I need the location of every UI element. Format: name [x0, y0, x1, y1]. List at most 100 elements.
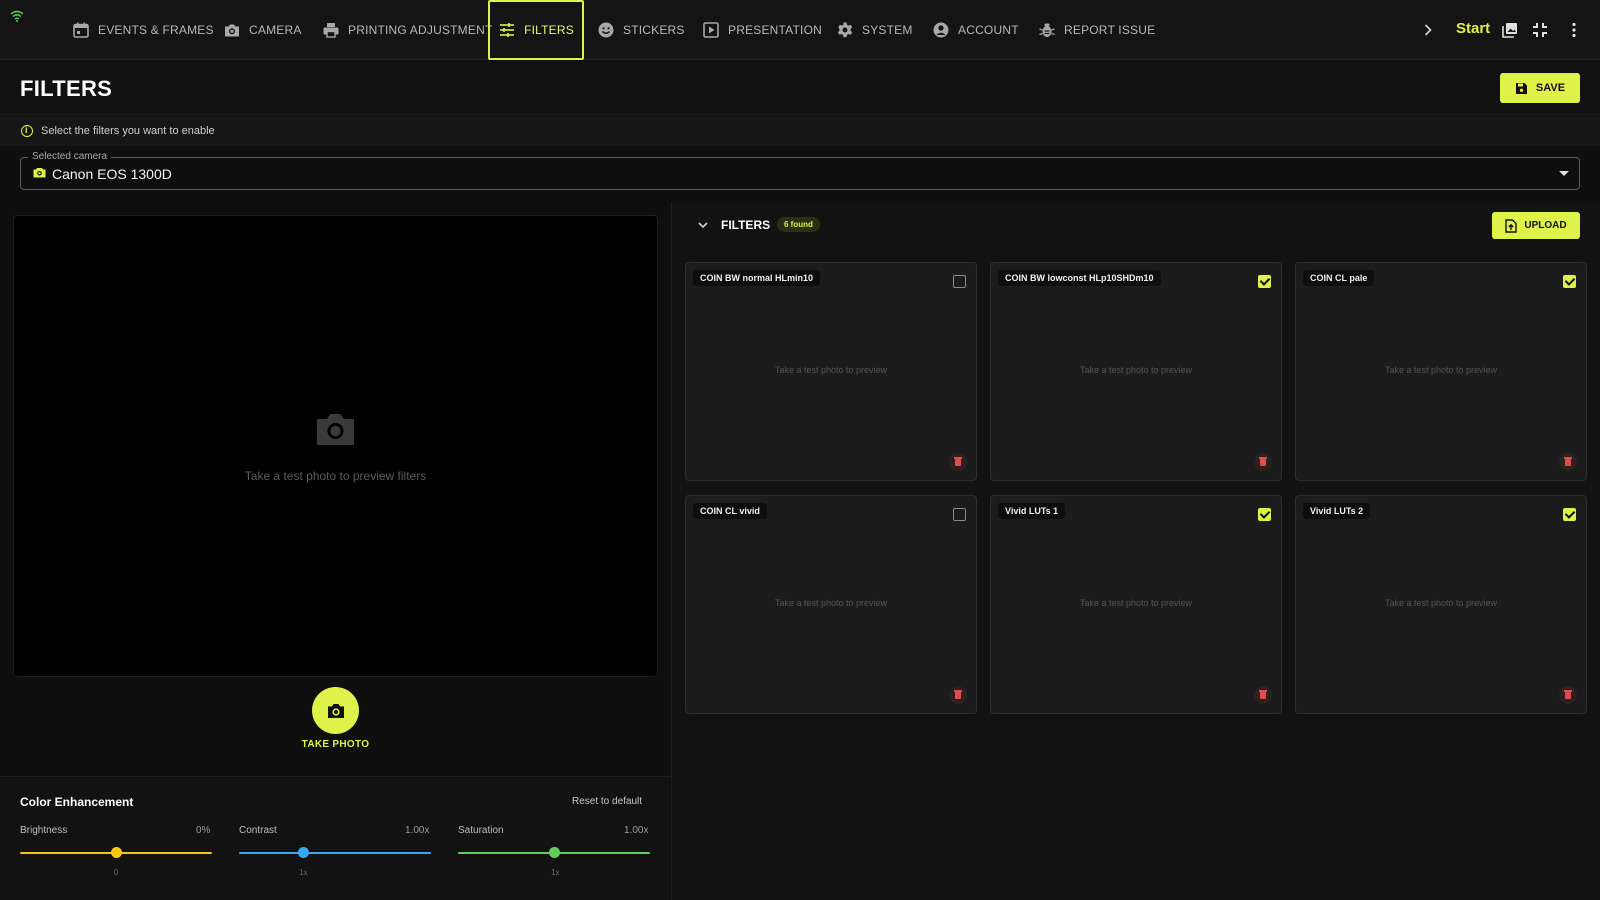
filter-enable-checkbox[interactable]	[953, 508, 966, 521]
tab-label: REPORT ISSUE	[1064, 23, 1156, 37]
page-header	[0, 60, 1600, 115]
filter-card[interactable]: Vivid LUTs 2 Take a test photo to previe…	[1295, 495, 1587, 714]
smiley-icon	[598, 22, 614, 38]
filter-preview-placeholder: Take a test photo to preview	[1384, 598, 1498, 608]
save-button[interactable]: SAVE	[1500, 73, 1580, 103]
filter-enable-checkbox[interactable]	[1563, 275, 1576, 288]
tab-label: FILTERS	[524, 23, 574, 37]
upload-label: UPLOAD	[1524, 220, 1567, 231]
gallery-icon[interactable]	[1501, 21, 1519, 39]
start-button[interactable]: Start	[1456, 20, 1490, 37]
calendar-icon	[73, 22, 89, 38]
tab-label: PRESENTATION	[728, 23, 822, 37]
delete-icon[interactable]	[1254, 453, 1272, 471]
saturation-label: Saturation	[458, 825, 504, 836]
filter-name: COIN CL vivid	[693, 503, 767, 519]
tab-events-frames[interactable]: EVENTS & FRAMES	[72, 0, 214, 60]
presentation-icon	[703, 22, 719, 38]
filter-enable-checkbox[interactable]	[953, 275, 966, 288]
filter-card[interactable]: COIN CL pale Take a test photo to previe…	[1295, 262, 1587, 481]
chevron-right-icon[interactable]	[1419, 21, 1437, 39]
filter-card[interactable]: COIN CL vivid Take a test photo to previ…	[685, 495, 977, 714]
tab-label: STICKERS	[623, 23, 685, 37]
tab-printing-adjustment[interactable]: PRINTING ADJUSTMENT	[322, 0, 492, 60]
filter-card[interactable]: COIN BW normal HLmin10 Take a test photo…	[685, 262, 977, 481]
preview-placeholder-text: Take a test photo to preview filters	[244, 469, 427, 483]
chevron-down-icon[interactable]	[697, 219, 709, 231]
camera-icon	[33, 168, 46, 178]
filter-card[interactable]: COIN BW lowconst HLp10SHDm10 Take a test…	[990, 262, 1282, 481]
printer-icon	[323, 23, 339, 38]
exit-fullscreen-icon[interactable]	[1531, 21, 1549, 39]
wifi-icon	[10, 10, 24, 22]
sliders-icon	[500, 23, 515, 37]
delete-icon[interactable]	[949, 453, 967, 471]
upload-file-icon	[1505, 218, 1518, 233]
camera-icon	[327, 703, 344, 718]
brightness-tick: 0	[114, 868, 119, 877]
tab-system[interactable]: SYSTEM	[836, 0, 913, 60]
info-text: Select the filters you want to enable	[41, 125, 215, 137]
save-label: SAVE	[1535, 82, 1566, 94]
tab-label: CAMERA	[249, 23, 302, 37]
account-icon	[933, 22, 949, 38]
contrast-label: Contrast	[239, 825, 277, 836]
upload-button[interactable]: UPLOAD	[1492, 212, 1580, 239]
delete-icon[interactable]	[1254, 686, 1272, 704]
contrast-value: 1.00x	[405, 825, 430, 836]
filter-enable-checkbox[interactable]	[1258, 275, 1271, 288]
filter-name: COIN BW lowconst HLp10SHDm10	[998, 270, 1161, 286]
info-icon	[21, 125, 33, 137]
filter-enable-checkbox[interactable]	[1563, 508, 1576, 521]
tab-label: EVENTS & FRAMES	[98, 23, 214, 37]
delete-icon[interactable]	[1559, 453, 1577, 471]
reset-to-default-button[interactable]: Reset to default	[572, 796, 642, 807]
filter-name: Vivid LUTs 1	[998, 503, 1066, 519]
filter-enable-checkbox[interactable]	[1258, 508, 1271, 521]
delete-icon[interactable]	[949, 686, 967, 704]
camera-icon	[225, 24, 239, 37]
contrast-tick: 1x	[299, 868, 308, 877]
tab-filters[interactable]: FILTERS	[488, 0, 584, 60]
filter-name: COIN CL pale	[1303, 270, 1375, 286]
tab-label: SYSTEM	[862, 23, 913, 37]
filter-name: COIN BW normal HLmin10	[693, 270, 821, 286]
filter-preview-placeholder: Take a test photo to preview	[1079, 598, 1193, 608]
tab-label: ACCOUNT	[958, 23, 1019, 37]
camera-select-legend: Selected camera	[28, 151, 112, 162]
contrast-slider[interactable]	[239, 852, 431, 854]
gear-icon	[837, 22, 853, 38]
tab-account[interactable]: ACCOUNT	[932, 0, 1019, 60]
contrast-slider-thumb[interactable]	[298, 847, 309, 858]
tab-stickers[interactable]: STICKERS	[597, 0, 685, 60]
tab-camera[interactable]: CAMERA	[223, 0, 302, 60]
filter-preview-placeholder: Take a test photo to preview	[774, 598, 888, 608]
tab-report-issue[interactable]: REPORT ISSUE	[1038, 0, 1155, 60]
section-divider	[0, 776, 671, 777]
brightness-slider-thumb[interactable]	[111, 847, 122, 858]
tab-presentation[interactable]: PRESENTATION	[702, 0, 822, 60]
more-vert-icon[interactable]	[1565, 21, 1583, 39]
filter-name: Vivid LUTs 2	[1303, 503, 1371, 519]
take-photo-button[interactable]	[312, 687, 359, 734]
filter-preview-placeholder: Take a test photo to preview	[774, 365, 888, 375]
saturation-slider-thumb[interactable]	[549, 847, 560, 858]
camera-select[interactable]	[20, 157, 1580, 190]
save-icon	[1515, 82, 1527, 94]
filters-count-badge: 6 found	[777, 217, 820, 232]
filter-card[interactable]: Vivid LUTs 1 Take a test photo to previe…	[990, 495, 1282, 714]
delete-icon[interactable]	[1559, 686, 1577, 704]
caret-down-icon[interactable]	[1559, 171, 1569, 176]
tab-label: PRINTING ADJUSTMENT	[348, 23, 493, 37]
info-bar	[0, 116, 1600, 146]
filters-section-title: FILTERS	[721, 218, 771, 232]
saturation-value: 1.00x	[624, 825, 649, 836]
color-enhancement-title: Color Enhancement	[20, 795, 134, 809]
brightness-label: Brightness	[20, 825, 68, 836]
saturation-tick: 1x	[551, 868, 560, 877]
camera-select-value: Canon EOS 1300D	[52, 166, 172, 182]
filter-preview-placeholder: Take a test photo to preview	[1079, 365, 1193, 375]
bug-icon	[1039, 23, 1055, 37]
filter-preview-placeholder: Take a test photo to preview	[1384, 365, 1498, 375]
take-photo-label: TAKE PHOTO	[301, 739, 370, 750]
